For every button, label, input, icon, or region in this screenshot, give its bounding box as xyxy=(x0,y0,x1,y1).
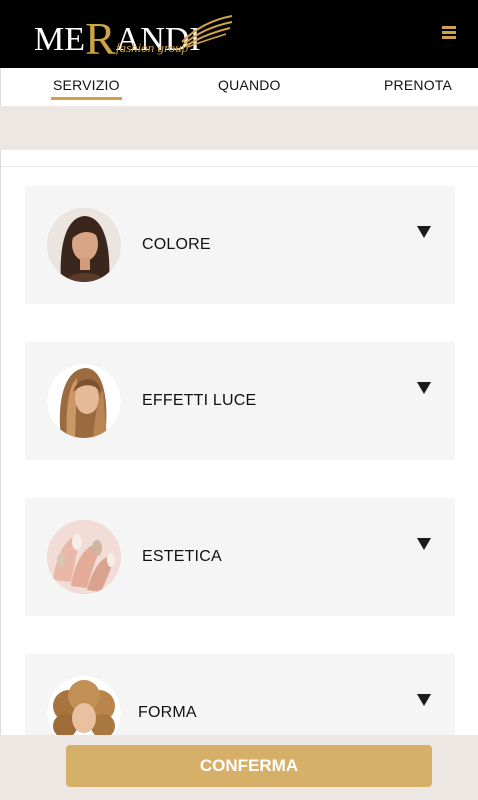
tab-quando[interactable]: QUANDO xyxy=(218,77,281,93)
service-thumbnail-effetti-luce xyxy=(47,364,121,438)
logo-tagline: fashion group xyxy=(116,40,189,55)
service-thumbnail-colore xyxy=(47,208,121,282)
merandi-logo[interactable]: MERANDI fashion group xyxy=(30,6,233,62)
chevron-down-icon[interactable] xyxy=(417,694,431,706)
active-tab-indicator xyxy=(51,97,122,100)
tab-servizio[interactable]: SERVIZIO xyxy=(51,77,122,100)
section-band xyxy=(0,106,478,150)
divider xyxy=(0,166,478,167)
tab-servizio-label: SERVIZIO xyxy=(53,77,120,93)
content-border xyxy=(0,150,1,735)
chevron-down-icon[interactable] xyxy=(417,382,431,394)
service-label: FORMA xyxy=(138,704,197,721)
service-card-effetti-luce[interactable]: EFFETTI LUCE xyxy=(25,342,455,460)
service-label: EFFETTI LUCE xyxy=(142,392,257,409)
app-header: MERANDI fashion group xyxy=(0,0,478,68)
hamburger-icon[interactable] xyxy=(440,22,460,42)
tab-prenota-label: PRENOTA xyxy=(384,77,453,93)
footer-bar: CONFERMA xyxy=(0,735,478,800)
confirm-button[interactable]: CONFERMA xyxy=(66,745,432,787)
booking-steps-tabs: SERVIZIO QUANDO PRENOTA xyxy=(0,68,478,106)
service-label: COLORE xyxy=(142,236,211,253)
service-thumbnail-estetica xyxy=(47,520,121,594)
tab-quando-label: QUANDO xyxy=(218,77,281,93)
logo-wing-icon xyxy=(181,15,233,48)
service-label: ESTETICA xyxy=(142,548,222,565)
chevron-down-icon[interactable] xyxy=(417,538,431,550)
service-card-colore[interactable]: COLORE xyxy=(25,186,455,304)
tab-prenota[interactable]: PRENOTA xyxy=(384,77,452,93)
service-card-estetica[interactable]: ESTETICA xyxy=(25,498,455,616)
chevron-down-icon[interactable] xyxy=(417,226,431,238)
